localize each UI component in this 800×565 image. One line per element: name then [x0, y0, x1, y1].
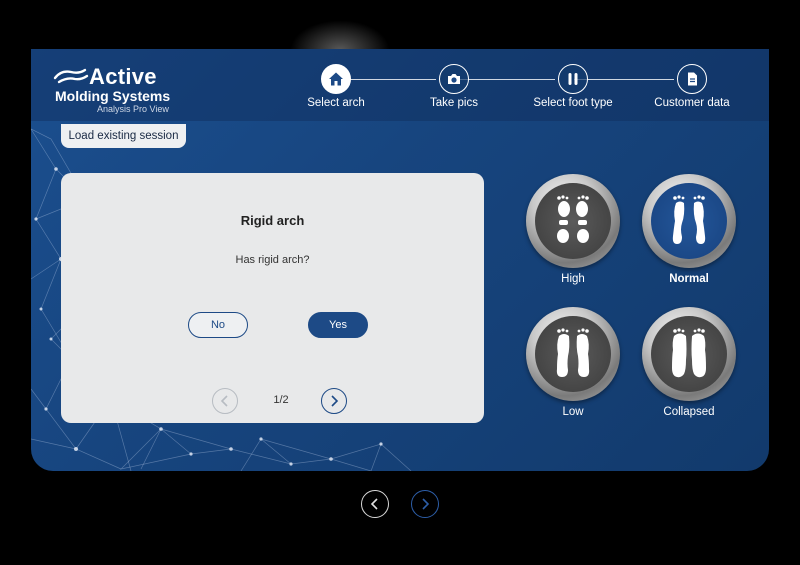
step-select-arch[interactable]: Select arch	[271, 64, 401, 109]
brand-line-3: Analysis Pro View	[97, 104, 169, 114]
arch-option-label: Low	[562, 406, 584, 418]
question-card: Rigid arch Has rigid arch? No Yes 1/2	[61, 173, 484, 423]
previous-question-button[interactable]	[212, 388, 238, 414]
chevron-left-icon	[370, 498, 378, 510]
camera-icon	[448, 74, 460, 84]
next-screen-button[interactable]	[411, 490, 439, 518]
home-icon	[329, 72, 343, 86]
main-panel: Active Molding Systems Analysis Pro View…	[31, 49, 769, 471]
arch-option-normal[interactable]: Normal	[639, 174, 739, 285]
step-customer-data[interactable]: Customer data	[627, 64, 757, 109]
brand-line-2: Molding Systems	[55, 88, 171, 104]
brand-logo: Active Molding Systems Analysis Pro View	[53, 64, 203, 116]
step-select-foot-type[interactable]: Select foot type	[508, 64, 638, 109]
step-label: Customer data	[654, 97, 730, 109]
card-question: Has rigid arch?	[235, 254, 310, 266]
yes-button[interactable]: Yes	[308, 312, 368, 338]
arch-option-label: Collapsed	[663, 406, 715, 418]
collapsed-arch-feet-icon	[672, 328, 706, 378]
normal-arch-feet-icon	[672, 195, 706, 244]
arch-option-label: Normal	[669, 273, 709, 285]
brand-line-1: Active	[89, 64, 157, 89]
high-arch-feet-icon	[557, 195, 589, 243]
arch-option-label: High	[561, 273, 585, 285]
step-label: Select arch	[307, 97, 365, 109]
app-window: Active Molding Systems Analysis Pro View…	[0, 0, 800, 565]
chevron-right-icon	[331, 395, 339, 407]
load-existing-session-button[interactable]: Load existing session	[61, 124, 186, 148]
chevron-right-icon	[422, 498, 430, 510]
card-title: Rigid arch	[240, 213, 305, 228]
prev-screen-button[interactable]	[361, 490, 389, 518]
step-label: Select foot type	[533, 97, 613, 109]
step-label: Take pics	[430, 97, 478, 109]
next-question-button[interactable]	[321, 388, 347, 414]
arch-option-low[interactable]: Low	[523, 307, 623, 418]
arch-option-collapsed[interactable]: Collapsed	[639, 307, 739, 418]
step-take-pics[interactable]: Take pics	[389, 64, 519, 109]
document-icon	[688, 72, 697, 86]
no-button[interactable]: No	[188, 312, 248, 338]
page-counter: 1/2	[273, 394, 289, 406]
hands-logo-icon	[53, 68, 89, 84]
low-arch-feet-icon	[556, 328, 590, 377]
arch-option-high[interactable]: High	[523, 174, 623, 285]
footprints-icon	[568, 73, 578, 85]
chevron-left-icon	[220, 395, 228, 407]
